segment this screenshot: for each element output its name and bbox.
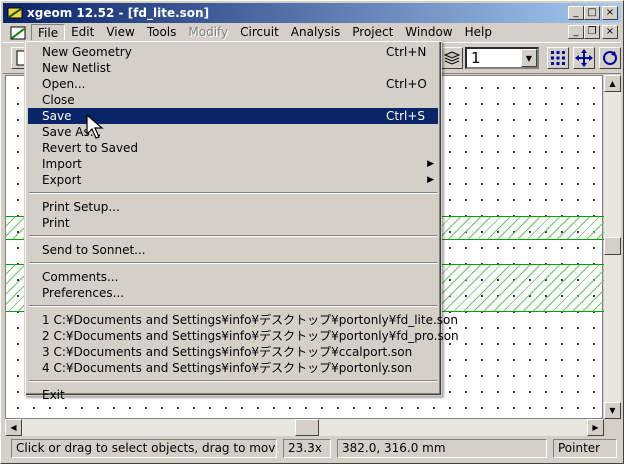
layers-button[interactable]: [441, 47, 463, 69]
status-bar: Click or drag to select objects, drag to…: [3, 438, 621, 460]
menu-recent-file-3[interactable]: 3 C:¥Documents and Settings¥info¥デスクトップ¥…: [28, 344, 438, 360]
doc-restore-button[interactable]: ❐: [584, 25, 600, 39]
menu-modify[interactable]: Modify: [182, 24, 234, 41]
rotate-icon: [603, 51, 617, 65]
menu-recent-file-4[interactable]: 4 C:¥Documents and Settings¥info¥デスクトップ¥…: [28, 360, 438, 376]
tool-mode: Pointer: [553, 439, 617, 458]
close-button[interactable]: ×: [602, 6, 618, 20]
menu-import[interactable]: Import ▶: [28, 156, 438, 172]
xgeom-app-icon[interactable]: [6, 5, 24, 21]
vertical-scrollbar[interactable]: ▲ ▼: [604, 75, 621, 419]
scroll-left-button[interactable]: ◀: [5, 419, 22, 436]
title-bar[interactable]: xgeom 12.52 - [fd_lite.son] _ □ ×: [3, 3, 621, 23]
move-icon: [575, 49, 593, 67]
menu-new-geometry[interactable]: New Geometry Ctrl+N: [28, 44, 438, 60]
level-select[interactable]: 1 ▼: [465, 47, 539, 69]
menu-exit[interactable]: Exit: [28, 387, 438, 403]
cursor-coordinates: 382.0, 316.0 mm: [337, 439, 547, 458]
doc-close-button[interactable]: ×: [602, 25, 618, 39]
menu-open[interactable]: Open... Ctrl+O: [28, 76, 438, 92]
menu-analysis[interactable]: Analysis: [285, 24, 346, 41]
grid-icon: [551, 51, 565, 65]
rotate-button[interactable]: [599, 47, 621, 69]
level-value: 1: [471, 49, 481, 67]
menu-separator: [29, 305, 437, 307]
menu-export[interactable]: Export ▶: [28, 172, 438, 188]
menu-preferences[interactable]: Preferences...: [28, 285, 438, 301]
menu-view[interactable]: View: [100, 24, 140, 41]
file-menu-dropdown: New Geometry Ctrl+N New Netlist Open... Ct…: [24, 40, 459, 402]
horizontal-scrollbar[interactable]: ◀ ▶: [5, 419, 604, 436]
menu-print[interactable]: Print: [28, 215, 438, 231]
menu-file[interactable]: File: [31, 24, 66, 41]
zoom-level: 23.3x: [283, 439, 331, 458]
menu-help[interactable]: Help: [459, 24, 498, 41]
menu-separator: [29, 262, 437, 264]
menu-window[interactable]: Window: [399, 24, 458, 41]
maximize-button[interactable]: □: [584, 6, 600, 20]
chevron-down-icon[interactable]: ▼: [521, 49, 537, 67]
menu-close[interactable]: Close: [28, 92, 438, 108]
scroll-up-button[interactable]: ▲: [604, 75, 621, 92]
menu-separator: [29, 192, 437, 194]
menu-project[interactable]: Project: [346, 24, 399, 41]
grid-button[interactable]: [547, 47, 569, 69]
menu-recent-file-2[interactable]: 2 C:¥Documents and Settings¥info¥デスクトップ¥…: [28, 328, 459, 344]
menu-edit[interactable]: Edit: [65, 24, 100, 41]
menu-separator: [29, 235, 437, 237]
doc-minimize-button[interactable]: _: [568, 25, 584, 39]
menu-recent-file-1[interactable]: 1 C:¥Documents and Settings¥info¥デスクトップ¥…: [28, 312, 458, 328]
document-icon[interactable]: [9, 25, 27, 41]
scroll-down-button[interactable]: ▼: [604, 402, 621, 419]
mouse-pointer-icon: [86, 114, 104, 139]
status-message: Click or drag to select objects, drag to…: [11, 439, 277, 458]
layers-icon: [443, 51, 461, 65]
submenu-arrow-icon: ▶: [427, 159, 434, 169]
move-button[interactable]: [573, 47, 595, 69]
vertical-scroll-thumb[interactable]: [604, 237, 621, 255]
menu-circuit[interactable]: Circuit: [234, 24, 285, 41]
window-title: xgeom 12.52 - [fd_lite.son]: [27, 6, 210, 20]
menu-revert-to-saved[interactable]: Revert to Saved: [28, 140, 438, 156]
menu-separator: [29, 380, 437, 382]
minimize-button[interactable]: _: [568, 6, 584, 20]
horizontal-scroll-thumb[interactable]: [295, 419, 319, 436]
submenu-arrow-icon: ▶: [427, 175, 434, 185]
scroll-right-button[interactable]: ▶: [587, 419, 604, 436]
menu-print-setup[interactable]: Print Setup...: [28, 199, 438, 215]
menu-send-to-sonnet[interactable]: Send to Sonnet...: [28, 242, 438, 258]
menu-new-netlist[interactable]: New Netlist: [28, 60, 438, 76]
menu-comments[interactable]: Comments...: [28, 269, 438, 285]
menu-tools[interactable]: Tools: [141, 24, 183, 41]
